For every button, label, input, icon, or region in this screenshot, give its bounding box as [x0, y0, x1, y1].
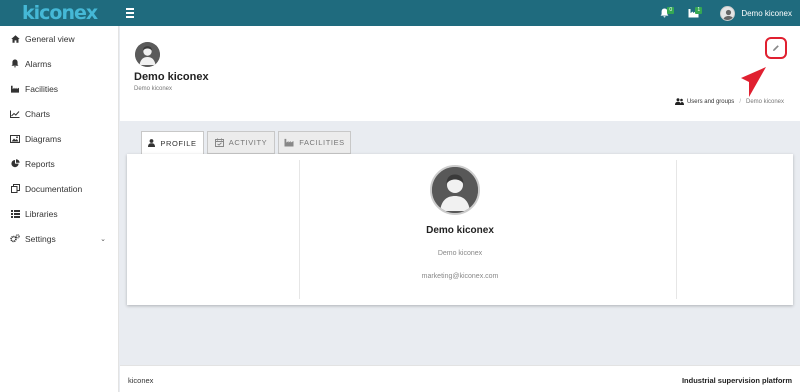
sidebar-item-documentation[interactable]: Documentation: [0, 176, 118, 201]
sidebar-item-label: Alarms: [25, 58, 52, 69]
line-chart-icon: [10, 109, 20, 118]
sidebar-item-libraries[interactable]: Libraries: [0, 201, 118, 226]
sidebar-item-label: Libraries: [25, 208, 58, 219]
logo-text: kiconex: [22, 2, 98, 24]
menu-toggle-icon[interactable]: [126, 0, 140, 26]
edit-profile-button[interactable]: [765, 37, 787, 59]
page-header: Demo kiconex Demo kiconex Users and grou…: [120, 26, 800, 121]
divider: [299, 160, 300, 299]
users-icon: [674, 98, 684, 105]
top-bar: kiconex 0 1 Demo kiconex: [0, 0, 800, 26]
tab-facilities[interactable]: FACILITIES: [278, 131, 351, 154]
page-title: Demo kiconex: [134, 71, 209, 83]
user-menu[interactable]: Demo kiconex: [720, 5, 792, 21]
home-icon: [10, 34, 20, 43]
breadcrumb-link-users-and-groups[interactable]: Users and groups: [687, 99, 734, 105]
sidebar-item-diagrams[interactable]: Diagrams: [0, 126, 118, 151]
sidebar-item-label: Settings: [25, 233, 56, 244]
sidebar-item-general-view[interactable]: General view: [0, 26, 118, 51]
profile-name: Demo kiconex: [426, 225, 494, 236]
list-icon: [10, 209, 20, 218]
pencil-icon: [773, 45, 779, 51]
sidebar-item-facilities[interactable]: Facilities: [0, 76, 118, 101]
bell-icon: [10, 59, 20, 68]
avatar: [720, 5, 736, 21]
facilities-notification-button[interactable]: 1: [686, 4, 706, 22]
divider: [676, 160, 677, 299]
annotation-arrow-icon: [741, 67, 766, 97]
avatar: [430, 165, 480, 215]
factory-icon: [284, 138, 294, 147]
profile-email: marketing@kiconex.com: [421, 273, 499, 280]
user-name: Demo kiconex: [741, 8, 792, 18]
chevron-down-icon: ⌄: [100, 235, 106, 243]
sidebar-item-label: Charts: [25, 108, 51, 119]
page-subtitle: Demo kiconex: [134, 86, 173, 92]
sidebar: General view Alarms Facilities Charts Di…: [0, 26, 119, 392]
sidebar-item-label: Documentation: [25, 183, 83, 194]
tab-label: FACILITIES: [299, 138, 345, 147]
sidebar-item-reports[interactable]: Reports: [0, 151, 118, 176]
pie-chart-icon: [10, 159, 20, 168]
footer: kiconex Industrial supervision platform: [120, 365, 800, 392]
sidebar-item-label: Diagrams: [25, 133, 62, 144]
sidebar-item-settings[interactable]: Settings ⌄: [0, 226, 118, 251]
factory-icon: [10, 84, 20, 93]
sidebar-item-label: Facilities: [25, 83, 59, 94]
image-icon: [10, 134, 20, 143]
tab-profile[interactable]: PROFILE: [141, 131, 204, 155]
sidebar-item-charts[interactable]: Charts: [0, 101, 118, 126]
user-icon: [148, 139, 156, 147]
calendar-icon: [214, 138, 224, 147]
footer-brand: kiconex: [128, 376, 154, 385]
documents-icon: [10, 184, 20, 193]
avatar: [135, 42, 160, 67]
alarms-notification-button[interactable]: 0: [658, 4, 678, 22]
sidebar-item-label: Reports: [25, 158, 55, 169]
tab-label: ACTIVITY: [228, 138, 268, 147]
brand-logo[interactable]: kiconex: [0, 0, 120, 26]
footer-tagline: Industrial supervision platform: [681, 376, 792, 385]
sidebar-item-alarms[interactable]: Alarms: [0, 51, 118, 76]
profile-subtitle: Demo kiconex: [437, 250, 483, 257]
facilities-badge: 1: [695, 7, 703, 14]
profile-card: Demo kiconex Demo kiconex marketing@kico…: [127, 154, 793, 305]
tab-activity[interactable]: ACTIVITY: [207, 131, 275, 154]
alarms-badge: 0: [667, 7, 675, 14]
gears-icon: [10, 234, 20, 243]
tab-label: PROFILE: [160, 138, 197, 148]
sidebar-item-label: General view: [25, 33, 75, 44]
